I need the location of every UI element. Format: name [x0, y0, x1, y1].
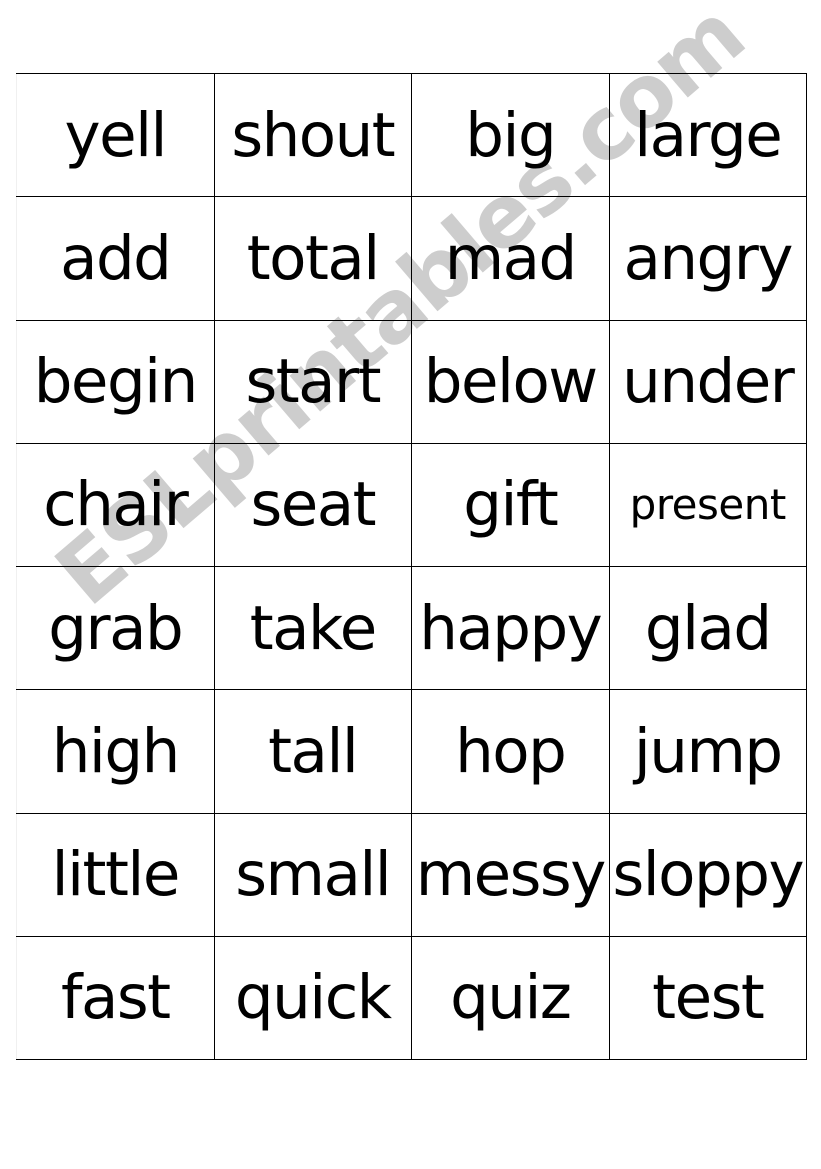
word-text: hop [455, 715, 567, 787]
word-cell-r4c1[interactable]: take [213, 565, 412, 691]
word-cell-r2c3[interactable]: under [608, 319, 807, 444]
word-text: grab [48, 592, 183, 664]
word-cell-r5c1[interactable]: tall [213, 689, 412, 814]
word-text: quiz [450, 962, 572, 1034]
word-cell-r4c2[interactable]: happy [411, 565, 610, 691]
table-row: begin start below under [16, 319, 807, 444]
word-cell-r1c3[interactable]: angry [608, 196, 807, 321]
word-text: shout [231, 99, 395, 171]
word-cell-r2c0[interactable]: begin [16, 319, 215, 444]
word-text: happy [419, 592, 603, 664]
table-row: chair seat gift present [16, 442, 807, 568]
table-row: little small messy sloppy [16, 812, 807, 937]
word-cell-r0c2[interactable]: big [411, 72, 610, 198]
word-cell-r6c3[interactable]: sloppy [608, 812, 807, 937]
word-text: take [249, 592, 377, 664]
word-cell-r1c2[interactable]: mad [411, 196, 610, 321]
word-cell-r0c0[interactable]: yell [16, 72, 215, 198]
worksheet-page: ESLprintables.com yell shout big large a… [0, 0, 821, 1169]
word-text: under [622, 346, 795, 418]
word-cell-r1c0[interactable]: add [16, 196, 215, 321]
word-cell-r7c0[interactable]: fast [16, 935, 215, 1061]
word-text: total [246, 222, 380, 294]
word-cell-r5c2[interactable]: hop [411, 689, 610, 814]
word-cell-r0c1[interactable]: shout [213, 72, 412, 198]
word-cell-r3c2[interactable]: gift [411, 442, 610, 568]
word-text: small [235, 839, 391, 911]
word-cell-r0c3[interactable]: large [608, 72, 807, 198]
word-text: little [51, 839, 181, 911]
word-cell-r5c0[interactable]: high [16, 689, 215, 814]
word-text: yell [64, 99, 167, 171]
word-cell-r1c1[interactable]: total [213, 196, 412, 321]
word-text: chair [43, 469, 189, 541]
table-row: yell shout big large [16, 72, 807, 198]
word-text: test [652, 962, 765, 1034]
word-text: messy [415, 839, 607, 911]
word-card-grid: yell shout big large add total mad angry… [16, 72, 807, 1061]
word-cell-r6c2[interactable]: messy [411, 812, 610, 937]
word-card-grid-body: yell shout big large add total mad angry… [16, 72, 807, 1061]
table-row: high tall hop jump [16, 689, 807, 814]
word-cell-r3c1[interactable]: seat [213, 442, 412, 568]
table-row: grab take happy glad [16, 565, 807, 691]
word-text: start [245, 346, 381, 418]
word-cell-r7c2[interactable]: quiz [411, 935, 610, 1061]
word-cell-r5c3[interactable]: jump [608, 689, 807, 814]
word-text: sloppy [612, 839, 804, 911]
word-cell-r2c1[interactable]: start [213, 319, 412, 444]
word-text: tall [268, 715, 359, 787]
word-cell-r3c0[interactable]: chair [16, 442, 215, 568]
word-text: below [423, 346, 598, 418]
word-cell-r2c2[interactable]: below [411, 319, 610, 444]
word-text: angry [623, 222, 794, 294]
word-cell-r4c0[interactable]: grab [16, 565, 215, 691]
word-text: quick [234, 962, 392, 1034]
word-cell-r7c1[interactable]: quick [213, 935, 412, 1061]
word-cell-r6c1[interactable]: small [213, 812, 412, 937]
word-text: fast [60, 962, 171, 1034]
word-text: begin [33, 346, 199, 418]
word-cell-r6c0[interactable]: little [16, 812, 215, 937]
word-text: big [465, 99, 556, 171]
word-text: mad [444, 222, 578, 294]
word-text: jump [633, 715, 783, 787]
word-cell-r7c3[interactable]: test [608, 935, 807, 1061]
word-text: add [60, 222, 172, 294]
word-text: glad [644, 592, 772, 664]
word-text: high [51, 715, 180, 787]
table-row: add total mad angry [16, 196, 807, 321]
word-text: large [634, 99, 783, 171]
word-cell-r4c3[interactable]: glad [608, 565, 807, 691]
word-text: present [629, 479, 787, 529]
word-cell-r3c3[interactable]: present [608, 442, 807, 568]
table-row: fast quick quiz test [16, 935, 807, 1061]
word-text: gift [463, 469, 558, 541]
word-text: seat [250, 469, 376, 541]
